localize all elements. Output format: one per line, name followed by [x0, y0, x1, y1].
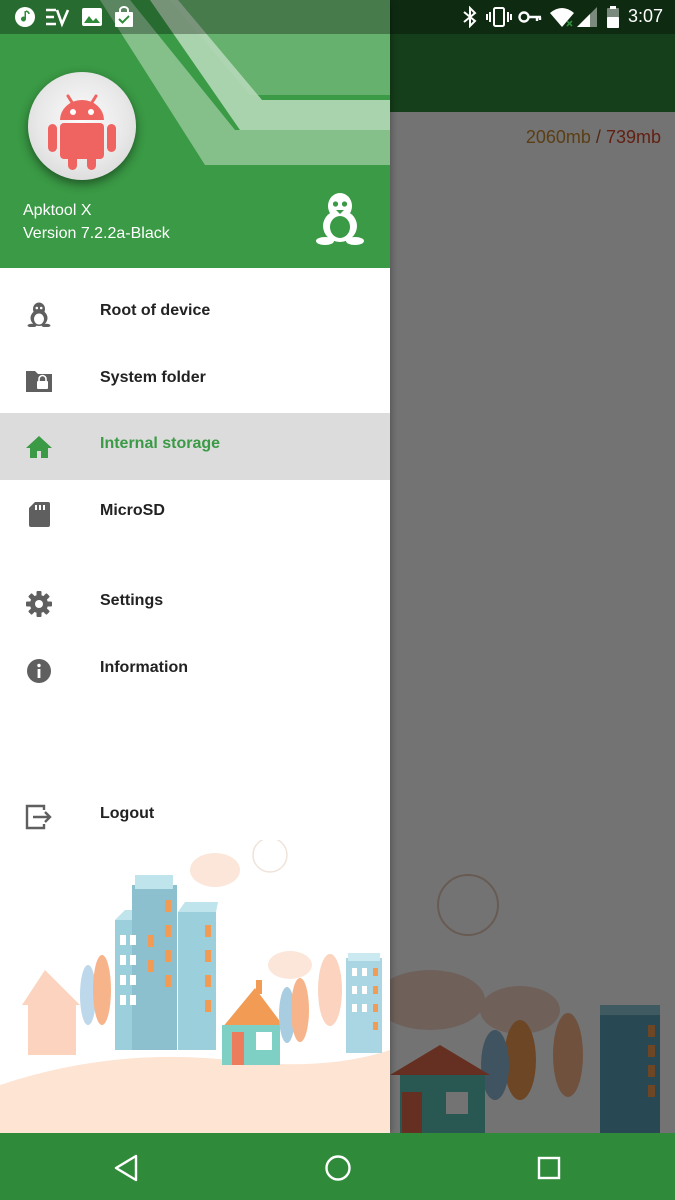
status-bar: 3:07 [0, 0, 675, 34]
logout-icon [25, 804, 52, 830]
menu-item-label: Settings [100, 592, 164, 609]
menu-item-label: MicroSD [100, 502, 165, 519]
gear-icon [26, 591, 52, 617]
battery-icon [607, 6, 619, 28]
ev-icon [46, 8, 70, 28]
tux-icon [27, 302, 51, 327]
navigation-bar [0, 1133, 675, 1200]
menu-item-label: Logout [100, 805, 155, 822]
vibrate-icon [486, 7, 512, 27]
tux-icon[interactable] [312, 190, 368, 246]
android-icon [48, 94, 116, 170]
info-icon [27, 659, 51, 683]
home-circle-icon[interactable] [321, 1151, 355, 1185]
menu-item-label: Internal storage [100, 435, 221, 452]
menu-item-system-folder[interactable]: System folder [0, 347, 390, 414]
menu-item-label: System folder [100, 369, 206, 386]
town-illustration [0, 840, 390, 1133]
wifi-icon [550, 8, 574, 27]
back-icon[interactable] [109, 1151, 143, 1185]
music-note-icon [15, 7, 35, 27]
sd-card-icon [29, 502, 50, 527]
signal-icon [577, 7, 597, 27]
status-time: 3:07 [627, 6, 663, 26]
navigation-drawer: Apktool X Version 7.2.2a-Black Root of d… [0, 0, 390, 1133]
menu-item-microsd[interactable]: MicroSD [0, 480, 390, 547]
menu-item-information[interactable]: Information [0, 637, 390, 704]
image-icon [82, 8, 102, 26]
bluetooth-icon [463, 6, 477, 28]
menu-item-root-of-device[interactable]: Root of device [0, 280, 390, 347]
home-icon [26, 436, 52, 458]
app-name: Apktool X [23, 202, 92, 219]
menu-item-label: Information [100, 659, 188, 676]
drawer-header: Apktool X Version 7.2.2a-Black [0, 0, 390, 268]
shopping-bag-icon [115, 6, 133, 27]
app-version: Version 7.2.2a-Black [23, 225, 170, 242]
menu-item-settings[interactable]: Settings [0, 570, 390, 637]
recents-icon[interactable] [532, 1151, 566, 1185]
avatar[interactable] [28, 72, 136, 180]
locked-folder-icon [26, 371, 52, 392]
vpn-key-icon [518, 11, 542, 23]
menu-item-internal-storage[interactable]: Internal storage [0, 413, 390, 480]
menu-item-label: Root of device [100, 302, 211, 319]
